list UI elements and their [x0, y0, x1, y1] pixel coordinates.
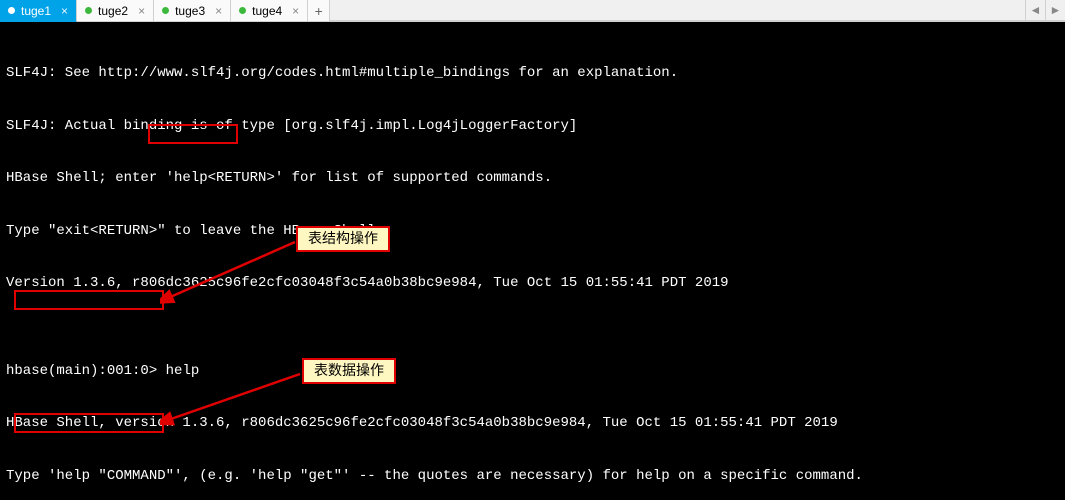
terminal-line: Type 'help "COMMAND"', (e.g. 'help "get"… — [6, 468, 1059, 486]
close-icon[interactable]: × — [215, 4, 222, 18]
tab-label: tuge2 — [98, 4, 128, 18]
tab-tuge3[interactable]: tuge3 × — [154, 0, 231, 22]
tabbar-spacer — [330, 0, 1025, 21]
terminal-line: HBase Shell, version 1.3.6, r806dc3625c9… — [6, 415, 1059, 433]
tab-tuge1[interactable]: tuge1 × — [0, 0, 77, 22]
close-icon[interactable]: × — [292, 4, 299, 18]
tabbar-nav-left[interactable]: ◄ — [1025, 0, 1045, 21]
tab-bar: tuge1 × tuge2 × tuge3 × tuge4 × + ◄ ► — [0, 0, 1065, 22]
status-dot-icon — [239, 7, 246, 14]
status-dot-icon — [8, 7, 15, 14]
tab-label: tuge4 — [252, 4, 282, 18]
annotation-arrow-ddl — [160, 240, 300, 305]
annotation-box-ddl — [14, 290, 164, 310]
new-tab-button[interactable]: + — [308, 0, 330, 22]
terminal-prompt: hbase(main):001:0> — [6, 363, 157, 379]
terminal-line: HBase Shell; enter 'help<RETURN>' for li… — [6, 170, 1059, 188]
tabbar-nav-right[interactable]: ► — [1045, 0, 1065, 21]
tab-label: tuge1 — [21, 4, 51, 18]
terminal-line: SLF4J: See http://www.slf4j.org/codes.ht… — [6, 65, 1059, 83]
close-icon[interactable]: × — [138, 4, 145, 18]
terminal-pane[interactable]: SLF4J: See http://www.slf4j.org/codes.ht… — [0, 22, 1065, 500]
terminal-line: Version 1.3.6, r806dc3625c96fe2cfc03048f… — [6, 275, 1059, 293]
terminal-line: SLF4J: Actual binding is of type [org.sl… — [6, 118, 1059, 136]
status-dot-icon — [162, 7, 169, 14]
chevron-right-icon: ► — [1050, 3, 1062, 17]
chevron-left-icon: ◄ — [1030, 3, 1042, 17]
tab-tuge2[interactable]: tuge2 × — [77, 0, 154, 22]
terminal-prompt-line: hbase(main):001:0> help — [6, 363, 1059, 381]
status-dot-icon — [85, 7, 92, 14]
close-icon[interactable]: × — [61, 4, 68, 18]
terminal-line: Type "exit<RETURN>" to leave the HBase S… — [6, 223, 1059, 241]
plus-icon: + — [315, 3, 323, 19]
tab-tuge4[interactable]: tuge4 × — [231, 0, 308, 22]
tab-label: tuge3 — [175, 4, 205, 18]
terminal-command: help — [157, 363, 199, 379]
